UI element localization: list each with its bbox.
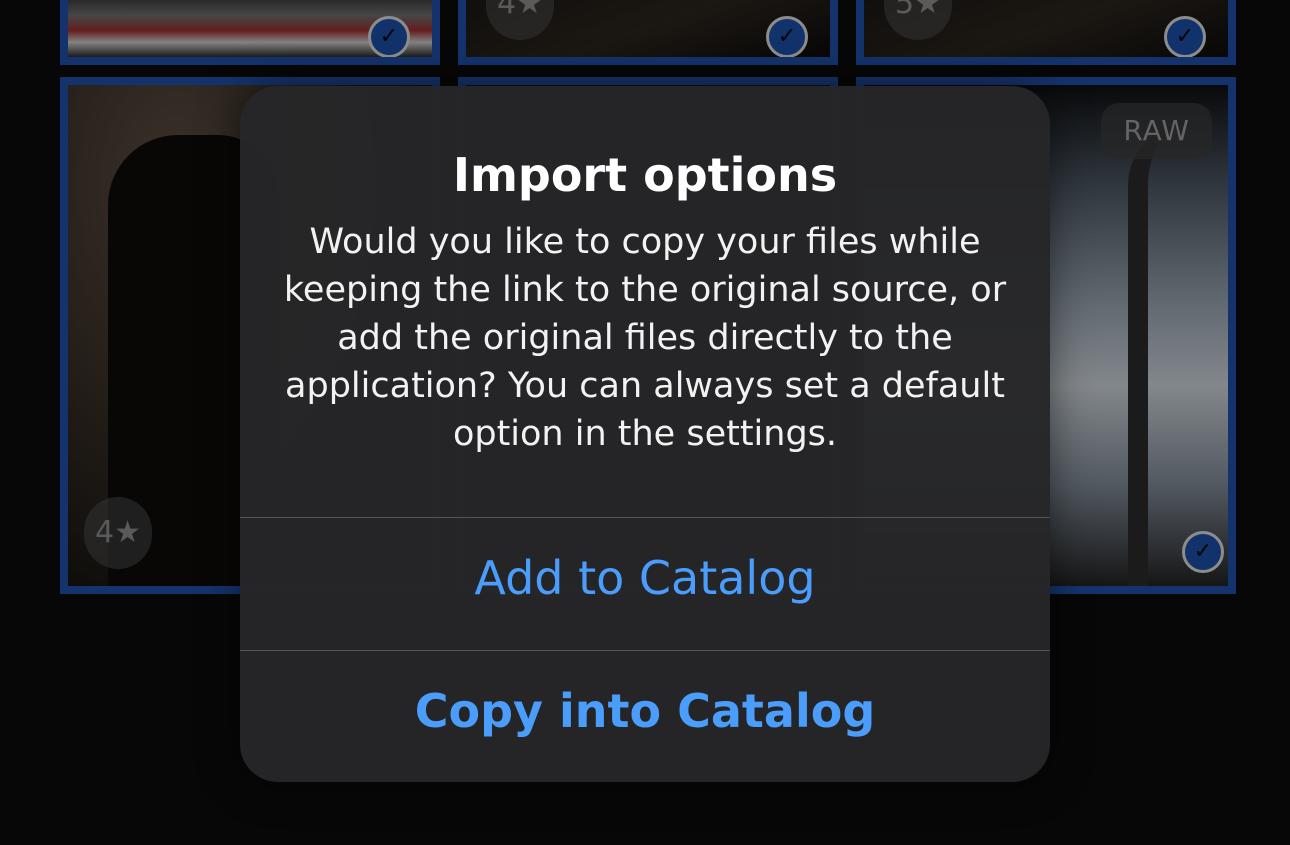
dialog-title: Import options [452,148,838,202]
add-to-catalog-button[interactable]: Add to Catalog [240,551,1050,605]
copy-into-catalog-button[interactable]: Copy into Catalog [240,684,1050,738]
import-options-dialog: Import options Would you like to copy yo… [240,86,1050,782]
divider [240,650,1050,651]
divider [240,517,1050,518]
dialog-message: Would you like to copy your files while … [283,222,1007,454]
